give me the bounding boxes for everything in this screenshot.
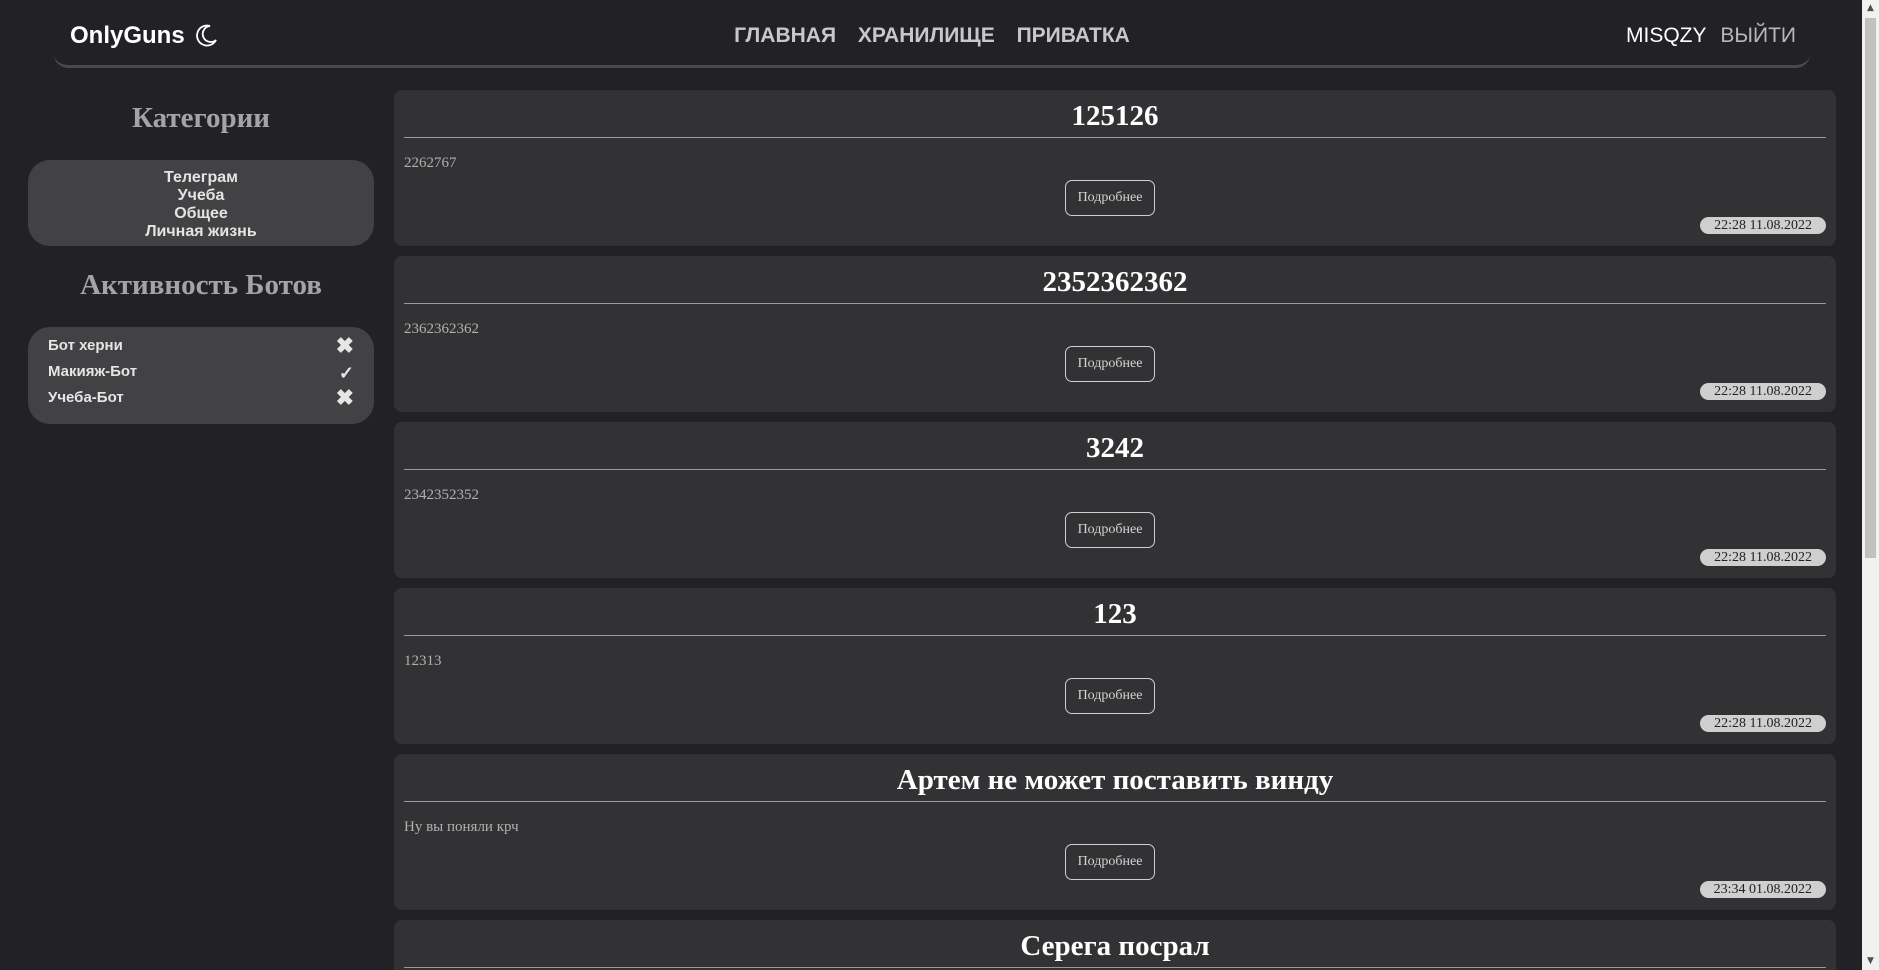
post-body: 2342352352 [404, 487, 479, 503]
scroll-up-arrow-icon[interactable]: ▲ [1862, 0, 1879, 17]
details-button[interactable]: Подробнее [1065, 844, 1155, 880]
main-nav: ГЛАВНАЯ ХРАНИЛИЩЕ ПРИВАТКА [54, 24, 1810, 48]
post-title: Серега посрал [404, 928, 1826, 968]
category-study[interactable]: Учеба [28, 187, 374, 205]
categories-title: Категории [131, 102, 270, 134]
post-body: 2262767 [404, 155, 457, 171]
post-title: 2352362362 [404, 264, 1826, 304]
bots-activity-list: Бот херни ✖ Макияж-Бот ✓ Учеба-Бот ✖ [28, 327, 374, 424]
cross-icon: ✖ [335, 385, 354, 410]
page-scrollbar[interactable]: ▲ ▼ [1862, 0, 1879, 970]
post-card: 2352362362 2362362362 Подробнее 22:28 11… [394, 256, 1836, 412]
post-title: 3242 [404, 430, 1826, 470]
post-body: 12313 [404, 653, 442, 669]
scroll-down-arrow-icon[interactable]: ▼ [1862, 953, 1879, 970]
details-button[interactable]: Подробнее [1065, 180, 1155, 216]
cross-icon: ✖ [335, 333, 354, 358]
top-navbar: OnlyGuns ГЛАВНАЯ ХРАНИЛИЩЕ ПРИВАТКА MISQ… [54, 0, 1810, 68]
category-personal-life[interactable]: Личная жизнь [28, 223, 374, 241]
post-date: 22:28 11.08.2022 [1700, 383, 1826, 400]
check-icon: ✓ [338, 363, 354, 383]
category-general[interactable]: Общее [28, 205, 374, 223]
post-card: Артем не может поставить винду Ну вы пон… [394, 754, 1836, 910]
post-body: 2362362362 [404, 321, 479, 337]
logout-link[interactable]: ВЫЙТИ [1720, 24, 1796, 47]
details-button[interactable]: Подробнее [1065, 678, 1155, 714]
post-card: Серега посрал [394, 920, 1836, 970]
post-title: Артем не может поставить винду [404, 762, 1826, 802]
scrollbar-thumb[interactable] [1865, 18, 1876, 558]
bot-row: Учеба-Бот ✖ [48, 385, 354, 413]
nav-link-private[interactable]: ПРИВАТКА [1017, 24, 1130, 47]
details-button[interactable]: Подробнее [1065, 346, 1155, 382]
post-title: 123 [404, 596, 1826, 636]
details-button[interactable]: Подробнее [1065, 512, 1155, 548]
bots-activity-title: Активность Ботов [80, 269, 322, 301]
nav-link-home[interactable]: ГЛАВНАЯ [734, 24, 836, 47]
categories-list: Телеграм Учеба Общее Личная жизнь [28, 160, 374, 246]
bot-name: Учеба-Бот [48, 389, 124, 406]
post-card: 123 12313 Подробнее 22:28 11.08.2022 [394, 588, 1836, 744]
bot-name: Бот херни [48, 337, 123, 354]
post-body: Ну вы поняли крч [404, 819, 519, 835]
post-date: 22:28 11.08.2022 [1700, 549, 1826, 566]
post-date: 23:34 01.08.2022 [1699, 881, 1826, 898]
bot-name: Макияж-Бот [48, 363, 138, 380]
bot-row: Макияж-Бот ✓ [48, 363, 354, 387]
username[interactable]: MISQZY [1626, 24, 1707, 47]
category-telegram[interactable]: Телеграм [28, 169, 374, 187]
nav-link-storage[interactable]: ХРАНИЛИЩЕ [858, 24, 995, 47]
post-date: 22:28 11.08.2022 [1700, 217, 1826, 234]
post-date: 22:28 11.08.2022 [1700, 715, 1826, 732]
post-card: 125126 2262767 Подробнее 22:28 11.08.202… [394, 90, 1836, 246]
user-nav: MISQZY ВЫЙТИ [1626, 24, 1796, 48]
bot-row: Бот херни ✖ [48, 333, 354, 361]
post-title: 125126 [404, 98, 1826, 138]
post-card: 3242 2342352352 Подробнее 22:28 11.08.20… [394, 422, 1836, 578]
